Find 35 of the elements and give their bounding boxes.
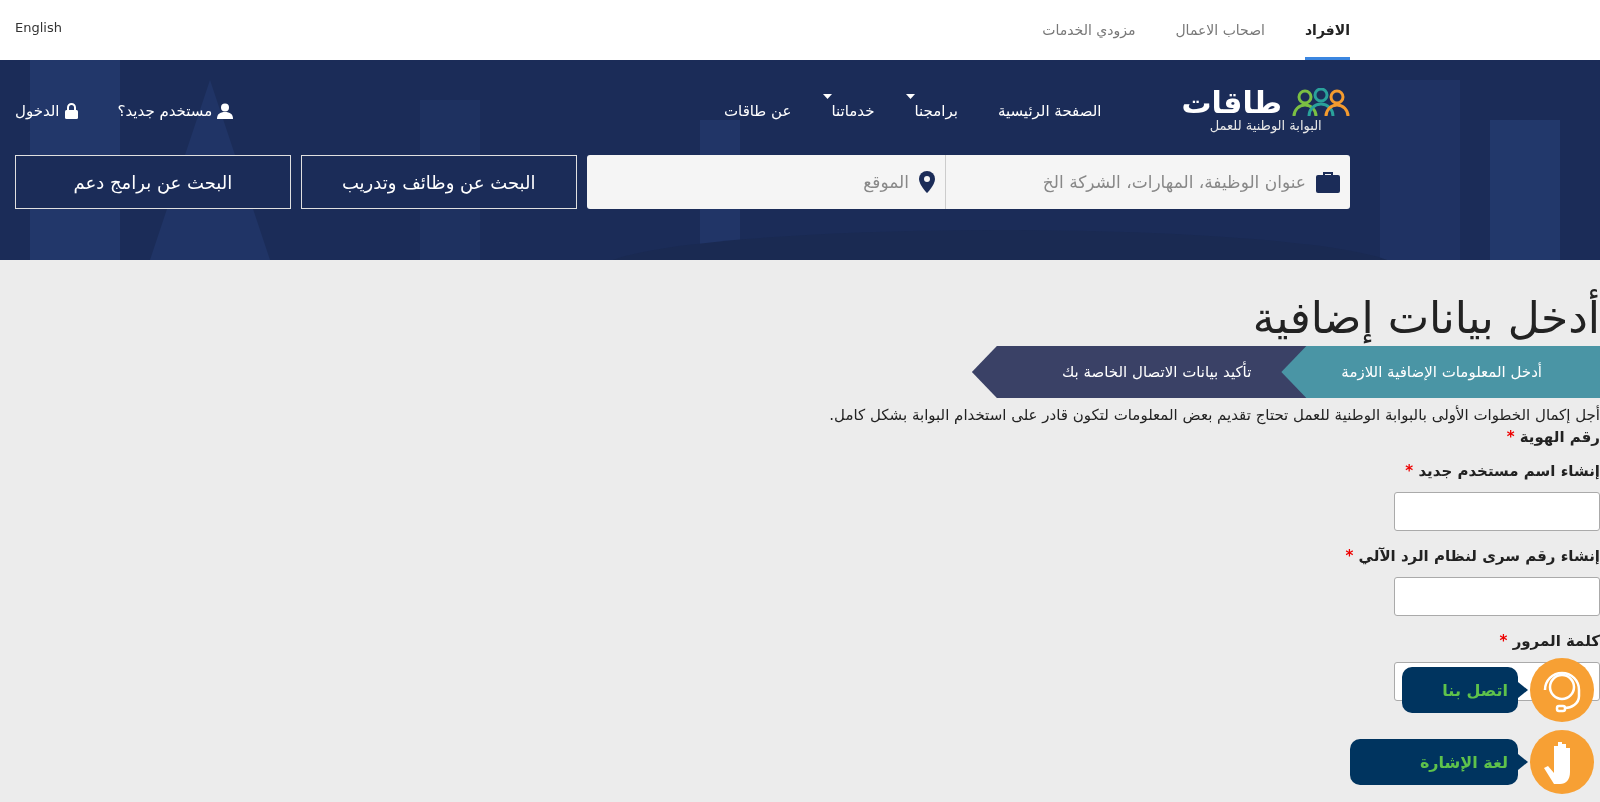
logo-name: طاقات xyxy=(1181,88,1282,118)
field-label: إنشاء اسم مستخدم جديد * xyxy=(1405,462,1600,480)
field-label: رقم الهوية * xyxy=(1506,428,1600,446)
nav-link[interactable]: خدماتنا xyxy=(831,101,875,120)
logo-tagline: البوابة الوطنية للعمل xyxy=(1209,118,1322,133)
audience-tab[interactable]: اصحاب الاعمال xyxy=(1175,0,1265,60)
pointer-icon xyxy=(1518,682,1528,698)
search-button[interactable]: البحث عن وظائف وتدريب xyxy=(300,155,577,209)
input-field[interactable] xyxy=(1394,577,1600,616)
briefcase-icon xyxy=(1316,171,1340,193)
required-mark: * xyxy=(1405,462,1414,480)
field-label: إنشاء رقم سرى لنظام الرد الآلي * xyxy=(1345,547,1600,565)
lock-icon xyxy=(64,102,78,119)
field-label: كلمة المرور * xyxy=(1499,632,1600,650)
register-link[interactable]: مستخدم جديد؟ xyxy=(117,101,234,120)
input-field[interactable] xyxy=(1394,492,1600,531)
required-mark: * xyxy=(1499,632,1508,650)
page-title: أدخل بيانات إضافية xyxy=(1252,290,1600,346)
nav-link[interactable]: عن طاقات xyxy=(723,101,792,120)
map-pin-icon xyxy=(919,171,935,193)
pointer-icon xyxy=(1518,754,1528,770)
nav-link[interactable]: الصفحة الرئيسية xyxy=(997,101,1102,120)
contact-link[interactable]: اتصل بنا xyxy=(1402,667,1518,713)
required-mark: * xyxy=(1345,547,1354,565)
login-link[interactable]: الدخول xyxy=(15,101,78,120)
language-link[interactable]: English xyxy=(15,20,62,35)
intro-text: أجل إكمال الخطوات الأولى بالبوابة الوطنية للعمل تحتاج تقديم بعض المعلومات لتكون قادر على استخدام البوابة بشكل كامل. xyxy=(829,406,1600,424)
audience-tab[interactable]: مزودي الخدمات xyxy=(1042,0,1136,60)
user-icon xyxy=(217,102,234,119)
sign-language-link[interactable]: لغة الإشارة xyxy=(1350,739,1518,785)
nav-link[interactable]: برامجنا xyxy=(914,101,958,120)
wizard-step: أدخل المعلومات الإضافية اللازمة xyxy=(1281,346,1600,398)
people-icon xyxy=(1292,88,1350,118)
required-mark: * xyxy=(1506,428,1515,446)
search-button[interactable]: البحث عن برامج دعم xyxy=(15,155,291,209)
